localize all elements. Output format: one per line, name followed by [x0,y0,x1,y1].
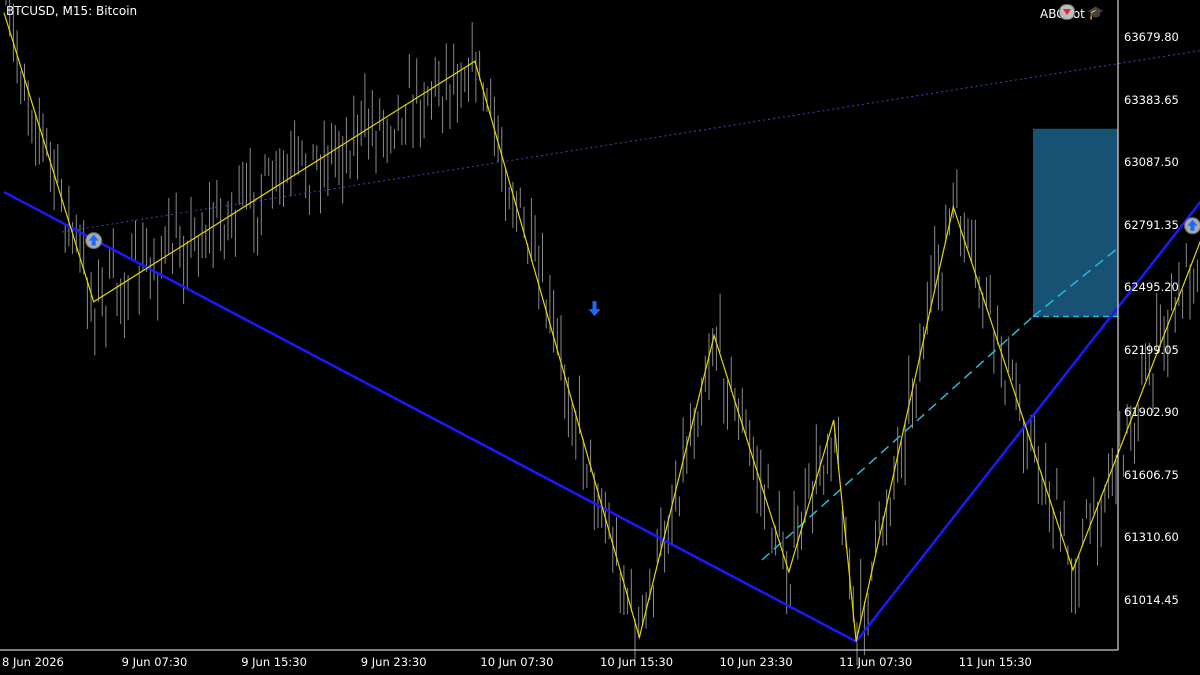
x-tick-label: 8 Jun 2026 [2,655,64,669]
overlays-layer [3,12,1200,644]
y-tick-label: 61014.45 [1124,592,1179,607]
buy-arrow-icon[interactable] [1184,217,1200,235]
trendline-blue [3,190,1200,644]
x-tick-label: 11 Jun 07:30 [839,655,913,669]
x-tick-label: 10 Jun 07:30 [480,655,554,669]
chart-title: BTCUSD, M15: Bitcoin [6,4,138,18]
x-tick-label: 11 Jun 15:30 [958,655,1032,669]
candles-layer [5,0,1198,666]
zigzag-line [3,12,1200,642]
x-tick-label: 9 Jun 15:30 [241,655,307,669]
x-tick-label: 10 Jun 23:30 [719,655,793,669]
sell-signal-icon[interactable] [1059,4,1075,20]
y-tick-label: 61606.75 [1124,467,1179,482]
y-tick-label: 61902.90 [1124,405,1179,420]
sell-arrow-icon[interactable] [588,301,601,317]
x-tick-label: 9 Jun 23:30 [360,655,427,669]
y-tick-label: 63679.80 [1124,30,1179,45]
y-tick-label: 62199.05 [1124,342,1179,357]
target-zone-box [1033,128,1118,317]
x-tick-label: 10 Jun 15:30 [600,655,674,669]
y-tick-label: 61310.60 [1124,530,1179,545]
dotted-projection-line [61,50,1200,233]
x-tick-label: 9 Jun 07:30 [121,655,188,669]
y-tick-label: 63087.50 [1124,155,1179,170]
y-tick-label: 63383.65 [1124,92,1179,107]
chart-canvas[interactable] [0,0,1200,675]
y-tick-label: 62495.20 [1124,280,1179,295]
buy-arrow-icon[interactable] [85,232,103,250]
graduation-cap-icon: 🎓 [1087,6,1105,21]
y-tick-label: 62791.35 [1124,217,1179,232]
